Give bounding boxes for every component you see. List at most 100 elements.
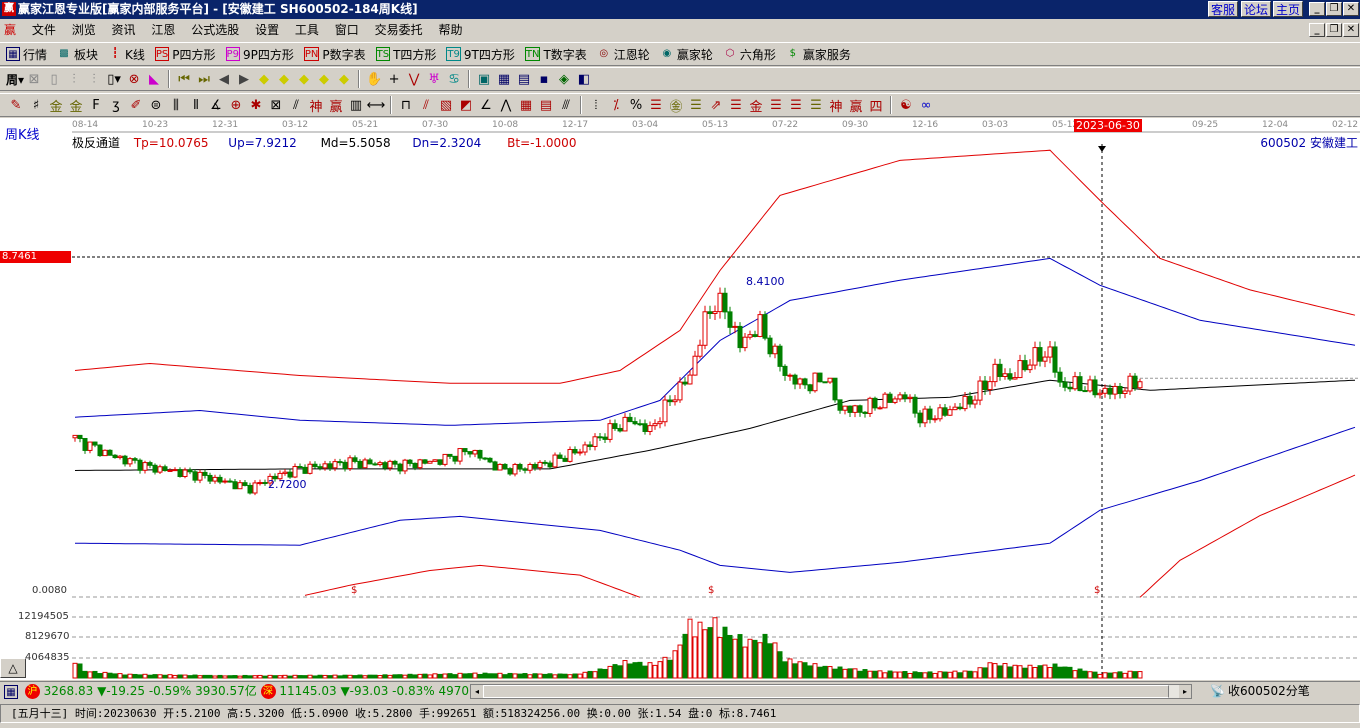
expand-icon[interactable]: ◆ [294, 72, 314, 87]
levels-icon[interactable]: ☰ [646, 98, 666, 113]
mdi-minimize-icon[interactable]: _ [1309, 23, 1325, 37]
menu-trade[interactable]: 交易委托 [375, 23, 423, 37]
gold-icon[interactable]: 金 [46, 96, 66, 115]
fan-icon[interactable]: ✐ [126, 98, 146, 113]
transfer-icon[interactable]: ◧ [574, 72, 594, 87]
cross-icon[interactable]: + [384, 72, 404, 87]
doc-icon[interactable]: ▯ [44, 72, 64, 87]
p-table-button[interactable]: PN P数字表 [303, 46, 366, 63]
period-select[interactable]: 周▾ [6, 71, 24, 88]
network-icon[interactable]: ◈ [554, 72, 574, 87]
gold-circle-icon[interactable]: ㊎ [666, 96, 686, 115]
angle-icon[interactable]: ∡ [206, 98, 226, 113]
winner-service-button[interactable]: $ 赢家服务 [786, 46, 851, 63]
mdi-close-icon[interactable]: ✕ [1343, 23, 1359, 37]
crosshair-icon[interactable]: ⊠ [24, 72, 44, 87]
menu-file[interactable]: 文件 [32, 23, 56, 37]
angle2-icon[interactable]: ∠ [476, 98, 496, 113]
grid2-icon[interactable]: ▦ [516, 98, 536, 113]
percent-slash-icon[interactable]: ⁒ [606, 98, 626, 113]
hand-icon[interactable]: ✋ [364, 72, 384, 87]
square2-icon[interactable]: ◩ [456, 98, 476, 113]
lines-icon[interactable]: ⫼ [166, 98, 186, 113]
menu-info[interactable]: 资讯 [112, 23, 136, 37]
arrow-icon[interactable]: ⇗ [706, 98, 726, 113]
winner2-icon[interactable]: 赢 [846, 96, 866, 115]
calendar-icon[interactable]: ▣ [474, 72, 494, 87]
gann-icon[interactable]: 神 [306, 96, 326, 115]
god-icon[interactable]: 神 [826, 96, 846, 115]
menu-browse[interactable]: 浏览 [72, 23, 96, 37]
home-link[interactable]: 主页 [1273, 1, 1304, 17]
levels2-icon[interactable]: ☰ [726, 98, 746, 113]
percent-icon[interactable]: % [626, 98, 646, 113]
grid-red-icon[interactable]: ⊗ [124, 72, 144, 87]
infinity-icon[interactable]: ∞ [916, 98, 936, 113]
9t-square-button[interactable]: T9 9T四方形 [446, 46, 515, 63]
prev-icon[interactable]: ◀ [214, 72, 234, 87]
grid3-icon[interactable]: ▤ [536, 98, 556, 113]
gold2-icon[interactable]: 金 [66, 96, 86, 115]
notes-icon[interactable]: ▤ [514, 72, 534, 87]
menu-formula[interactable]: 公式选股 [191, 23, 239, 37]
measure-icon[interactable]: ⟷ [366, 98, 386, 113]
menu-gann[interactable]: 江恩 [151, 23, 175, 37]
restore-icon[interactable]: ❐ [1326, 2, 1342, 16]
hexagon-button[interactable]: ⬡ 六角形 [723, 46, 775, 63]
next-icon[interactable]: ▶ [234, 72, 254, 87]
close-icon[interactable]: ✕ [1343, 2, 1359, 16]
bars-icon[interactable]: ⫶ [64, 72, 84, 87]
calculator-icon[interactable]: ▦ [494, 72, 514, 87]
kline-button[interactable]: ┇ K线 [108, 46, 145, 63]
wave-icon[interactable]: ⋀ [496, 98, 516, 113]
pattern2-icon[interactable]: ♋ [444, 72, 464, 87]
mdi-restore-icon[interactable]: ❐ [1326, 23, 1342, 37]
9p-square-button[interactable]: P9 9P四方形 [225, 46, 294, 63]
shrink-icon[interactable]: ◆ [314, 72, 334, 87]
chart-canvas[interactable] [0, 118, 1360, 680]
slash-icon[interactable]: ⫻ [556, 98, 576, 113]
gold-levels-icon[interactable]: ☰ [686, 98, 706, 113]
levels3-icon[interactable]: ☰ [766, 98, 786, 113]
tick-data-label[interactable]: 收600502分笔 [1228, 682, 1310, 701]
t-table-button[interactable]: TN T数字表 [524, 46, 587, 63]
scroll-left-icon[interactable]: ◂ [471, 685, 483, 698]
menu-window[interactable]: 窗口 [335, 23, 359, 37]
line-icon[interactable]: ⋁ [404, 72, 424, 87]
save-icon[interactable]: ▪ [534, 72, 554, 87]
grid-icon[interactable]: ▥ [346, 98, 366, 113]
bars2-icon[interactable]: ⫶ [84, 72, 104, 87]
zoom-out-icon[interactable]: ◆ [274, 72, 294, 87]
star-icon[interactable]: ✱ [246, 98, 266, 113]
zoom-in-icon[interactable]: ◆ [254, 72, 274, 87]
target-icon[interactable]: ⊕ [226, 98, 246, 113]
forum-link[interactable]: 论坛 [1241, 1, 1272, 17]
gann-wheel-button[interactable]: ◎ 江恩轮 [597, 46, 649, 63]
pen-icon[interactable]: ✎ [6, 98, 26, 113]
flag-icon[interactable]: ◣ [144, 72, 164, 87]
candle-type-icon[interactable]: ▯▾ [104, 72, 124, 87]
rays-icon[interactable]: ⫽ [416, 98, 436, 113]
t-square-button[interactable]: TS T四方形 [375, 46, 436, 63]
gold3-icon[interactable]: 金 [746, 96, 766, 115]
menu-tools[interactable]: 工具 [295, 23, 319, 37]
spiral-icon[interactable]: ʒ [106, 98, 126, 113]
horizontal-scrollbar[interactable]: ◂ ▸ [470, 684, 1192, 699]
panel-toggle-button[interactable]: △ [0, 658, 26, 678]
winner-wheel-button[interactable]: ◉ 赢家轮 [660, 46, 712, 63]
sector-button[interactable]: ▩ 板块 [57, 46, 98, 63]
service-link[interactable]: 客服 [1208, 1, 1239, 17]
minimize-icon[interactable]: _ [1309, 2, 1325, 16]
levels4-icon[interactable]: ☰ [786, 98, 806, 113]
parallel-icon[interactable]: ⫽ [286, 98, 306, 113]
square-icon[interactable]: ▧ [436, 98, 456, 113]
circle-icon[interactable]: ⊜ [146, 98, 166, 113]
yinyang-icon[interactable]: ☯ [896, 98, 916, 113]
scroll-right-icon[interactable]: ▸ [1179, 685, 1191, 698]
first-icon[interactable]: ⏮ [174, 72, 194, 87]
menu-settings[interactable]: 设置 [255, 23, 279, 37]
levels5-icon[interactable]: ☰ [806, 98, 826, 113]
scroll-thumb[interactable] [483, 685, 1169, 698]
table-icon[interactable]: ▦ [4, 685, 18, 699]
quotes-button[interactable]: ▦ 行情 [6, 46, 47, 63]
